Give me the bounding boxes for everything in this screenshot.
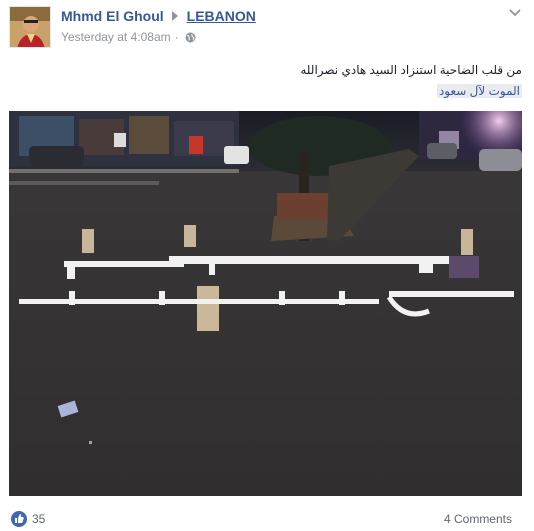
post-photo[interactable] — [9, 111, 522, 496]
avatar-image — [10, 7, 50, 47]
avatar[interactable] — [9, 6, 51, 48]
author-name-link[interactable]: Mhmd El Ghoul — [61, 8, 164, 24]
chevron-down-icon[interactable] — [508, 6, 522, 18]
post-meta: Yesterday at 4:08am · — [61, 29, 196, 45]
post-timestamp-link[interactable]: Yesterday at 4:08am — [61, 30, 171, 44]
post-header: Mhmd El Ghoul LEBANON — [61, 7, 256, 25]
page-name-link[interactable]: LEBANON — [187, 8, 256, 24]
shared-to-arrow-icon — [171, 11, 178, 21]
globe-icon[interactable] — [185, 32, 196, 43]
thumbs-up-icon[interactable] — [11, 511, 27, 527]
post-footer: 35 4 Comments — [0, 506, 534, 530]
post-text-line-1: من قلب الضاحية استنزاد السيد هادي نصرالل… — [300, 63, 522, 77]
post-text: من قلب الضاحية استنزاد السيد هادي نصرالل… — [22, 60, 522, 102]
like-count[interactable]: 35 — [32, 512, 45, 526]
post-text-line-2: الموت لآل سعود — [436, 84, 522, 98]
comments-link[interactable]: 4 Comments — [444, 512, 512, 526]
meta-separator: · — [174, 30, 179, 44]
facebook-post: Mhmd El Ghoul LEBANON Yesterday at 4:08a… — [0, 0, 534, 531]
